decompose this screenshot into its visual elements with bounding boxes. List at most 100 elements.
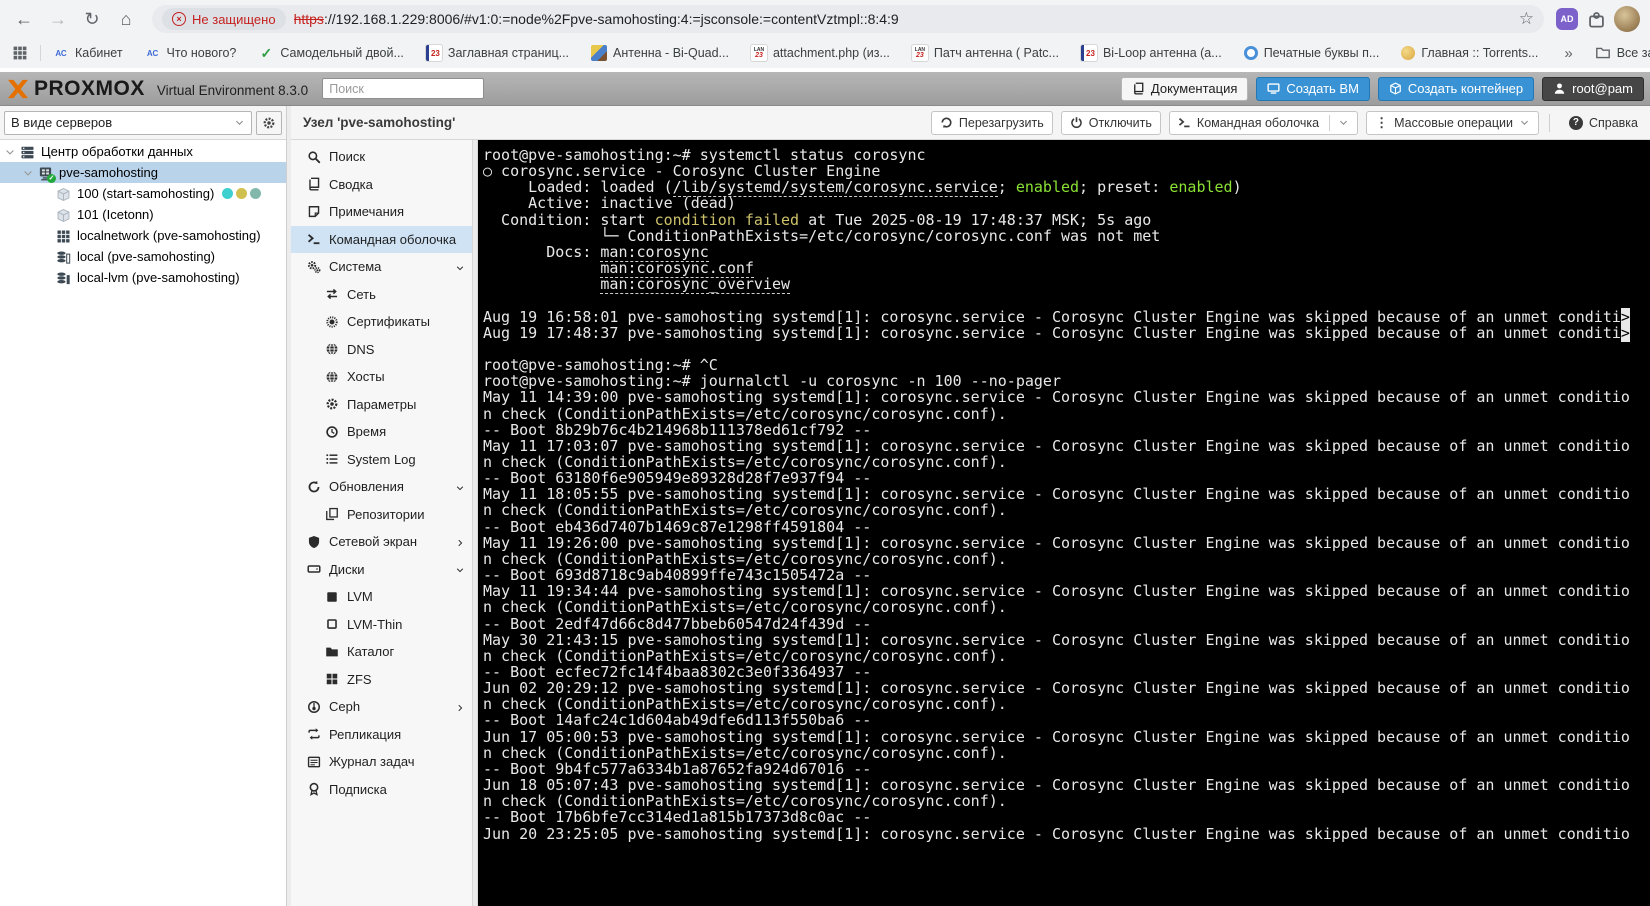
apps-grid-icon[interactable] xyxy=(12,45,28,61)
browser-home-button[interactable]: ⌂ xyxy=(112,5,140,33)
menu-item-certificates[interactable]: Сертификаты xyxy=(291,308,472,336)
not-secure-icon: × xyxy=(172,12,186,26)
menu-item-dns[interactable]: DNS xyxy=(291,336,472,364)
menu-item-subscription[interactable]: Подписка xyxy=(291,776,472,804)
bookmark-label: Самодельный двой... xyxy=(280,46,404,60)
bookmark-item-torrents-home[interactable]: Главная :: Torrents... xyxy=(1401,46,1538,60)
menu-item-label: Поиск xyxy=(329,149,366,165)
console-line: -- Boot 9b4fc577a6334b1a87652fa924d67016… xyxy=(483,759,872,778)
shell-button[interactable]: Командная оболочка xyxy=(1168,110,1359,135)
console-line: n check (ConditionPathExists=/etc/corosy… xyxy=(483,743,1007,762)
restart-icon xyxy=(940,116,953,129)
menu-item-summary[interactable]: Сводка xyxy=(291,171,472,199)
user-menu-button[interactable]: root@pam xyxy=(1542,76,1644,101)
menu-item-syslog[interactable]: System Log xyxy=(291,446,472,474)
menu-item-shell[interactable]: Командная оболочка xyxy=(291,225,472,253)
sqf-icon xyxy=(325,590,339,604)
menu-item-lvm[interactable]: LVM xyxy=(291,583,472,611)
console-output[interactable]: root@pve-samohosting:~# systemctl status… xyxy=(478,140,1650,906)
browser-reload-button[interactable]: ↻ xyxy=(78,5,106,33)
bookmark-item-zaglavnaya[interactable]: 23 Заглавная страниц... xyxy=(425,45,570,61)
security-badge[interactable]: × Не защищено xyxy=(162,8,286,30)
menu-item-time[interactable]: Время xyxy=(291,418,472,446)
profile-avatar[interactable] xyxy=(1614,6,1640,32)
hdd-icon xyxy=(307,562,321,576)
view-mode-select[interactable]: В виде серверов xyxy=(4,110,252,135)
create-ct-button[interactable]: Создать контейнер xyxy=(1377,76,1535,101)
menu-item-hosts[interactable]: Хосты xyxy=(291,363,472,391)
reboot-button[interactable]: Перезагрузить xyxy=(930,110,1053,135)
menu-item-system[interactable]: Система xyxy=(291,253,472,281)
ceph-icon xyxy=(307,700,321,714)
menu-item-ceph[interactable]: Ceph xyxy=(291,693,472,721)
vm-icon xyxy=(56,207,71,222)
console-line: Jun 20 23:25:05 pve-samohosting systemd[… xyxy=(483,824,1630,843)
console-line: -- Boot 693d8718c9ab40899ffe743c1505472a… xyxy=(483,566,872,585)
expander-icon[interactable] xyxy=(4,146,16,158)
button-label: root@pam xyxy=(1572,81,1633,96)
chevron-down-icon[interactable] xyxy=(1338,117,1349,128)
help-button[interactable]: ? Справка xyxy=(1560,111,1647,135)
menu-item-label: Время xyxy=(347,424,387,440)
console-line: n check (ConditionPathExists=/etc/corosy… xyxy=(483,695,1007,714)
bookmark-star-icon[interactable]: ☆ xyxy=(1519,9,1534,29)
bookmark-item-biloop-antenna[interactable]: 23 Bi-Loop антенна (а... xyxy=(1080,45,1222,61)
bookmark-item-whats-new[interactable]: АС Что нового? xyxy=(145,45,237,61)
browser-back-button[interactable]: ← xyxy=(10,5,38,33)
chevron-right-icon xyxy=(455,534,465,549)
menu-item-lvmthin[interactable]: LVM-Thin xyxy=(291,611,472,639)
bulk-actions-button[interactable]: ⋮ Массовые операции xyxy=(1366,110,1539,135)
menu-item-repositories[interactable]: Репозитории xyxy=(291,501,472,529)
shutdown-button[interactable]: Отключить xyxy=(1060,110,1161,135)
tree-item-datacenter[interactable]: Центр обработки данных xyxy=(0,141,286,162)
global-search-input[interactable] xyxy=(322,78,485,99)
menu-item-firewall[interactable]: Сетевой экран xyxy=(291,528,472,556)
tree-item-node-pve-samohosting[interactable]: ✓ pve-samohosting xyxy=(0,162,286,183)
bookmark-item-patch-antenna[interactable]: LAN 23 Патч антенна ( Patc... xyxy=(911,45,1059,61)
menu-item-directory[interactable]: Каталог xyxy=(291,638,472,666)
bookmarks-overflow-button[interactable]: » xyxy=(1564,45,1572,62)
button-label: Создать контейнер xyxy=(1407,81,1524,96)
menu-item-label: Система xyxy=(329,259,382,275)
menu-item-updates[interactable]: Обновления xyxy=(291,473,472,501)
adblock-extension-icon[interactable]: AD xyxy=(1556,8,1578,30)
address-bar[interactable]: × Не защищено https://192.168.1.229:8006… xyxy=(152,5,1544,33)
menu-item-tasklog[interactable]: Журнал задач xyxy=(291,748,472,776)
search-icon xyxy=(307,150,321,164)
journal-icon xyxy=(307,755,321,769)
extensions-icon[interactable] xyxy=(1584,7,1608,31)
menu-item-search[interactable]: Поиск xyxy=(291,143,472,171)
tree-settings-button[interactable] xyxy=(256,110,282,135)
chevron-down-icon xyxy=(455,259,465,274)
console-line: -- Boot 8b29b76c4b214968b111378ed61cf792… xyxy=(483,420,872,439)
menu-item-options[interactable]: Параметры xyxy=(291,391,472,419)
create-vm-button[interactable]: Создать ВМ xyxy=(1256,76,1370,101)
bookmark-label: Заглавная страниц... xyxy=(447,46,570,60)
menu-item-zfs[interactable]: ZFS xyxy=(291,666,472,694)
browser-forward-button[interactable]: → xyxy=(44,5,72,33)
favicon-kabinet: АС xyxy=(55,48,67,58)
bookmark-item-antenna-biquad[interactable]: Антенна - Bi-Quad... xyxy=(591,45,729,61)
menu-item-replication[interactable]: Репликация xyxy=(291,721,472,749)
menu-item-disks[interactable]: Диски xyxy=(291,556,472,584)
tree-item-storage-local-lvm[interactable]: local-lvm (pve-samohosting) xyxy=(0,267,286,288)
tree-item-sdn-localnetwork[interactable]: localnetwork (pve-samohosting) xyxy=(0,225,286,246)
bookmark-item-pechatnye-bukvy[interactable]: Печатные буквы п... xyxy=(1243,46,1379,60)
url-text: https://192.168.1.229:8006/#v1:0:=node%2… xyxy=(294,11,1511,27)
console-line: n check (ConditionPathExists=/etc/corosy… xyxy=(483,792,1007,811)
bookmark-item-samodelny-dvoi[interactable]: ✓ Самодельный двой... xyxy=(258,45,404,61)
chevron-down-icon xyxy=(234,117,245,128)
bookmark-item-kabinet[interactable]: АС Кабинет xyxy=(53,45,122,61)
menu-item-network[interactable]: Сеть xyxy=(291,281,472,309)
tree-item-vm-100[interactable]: 100 (start-samohosting) xyxy=(0,183,286,204)
menu-item-notes[interactable]: Примечания xyxy=(291,198,472,226)
expander-icon[interactable] xyxy=(22,167,34,179)
documentation-button[interactable]: Документация xyxy=(1120,76,1249,101)
bookmark-item-attachment-php[interactable]: LAN 23 attachment.php (из... xyxy=(750,45,890,61)
console-line: Jun 17 05:00:53 pve-samohosting systemd[… xyxy=(483,727,1630,746)
tree-item-vm-101[interactable]: 101 (Icetonn) xyxy=(0,204,286,225)
tree-item-storage-local[interactable]: local (pve-samohosting) xyxy=(0,246,286,267)
all-bookmarks-button[interactable]: Все закладки xyxy=(1595,45,1650,61)
net-icon xyxy=(325,287,339,301)
